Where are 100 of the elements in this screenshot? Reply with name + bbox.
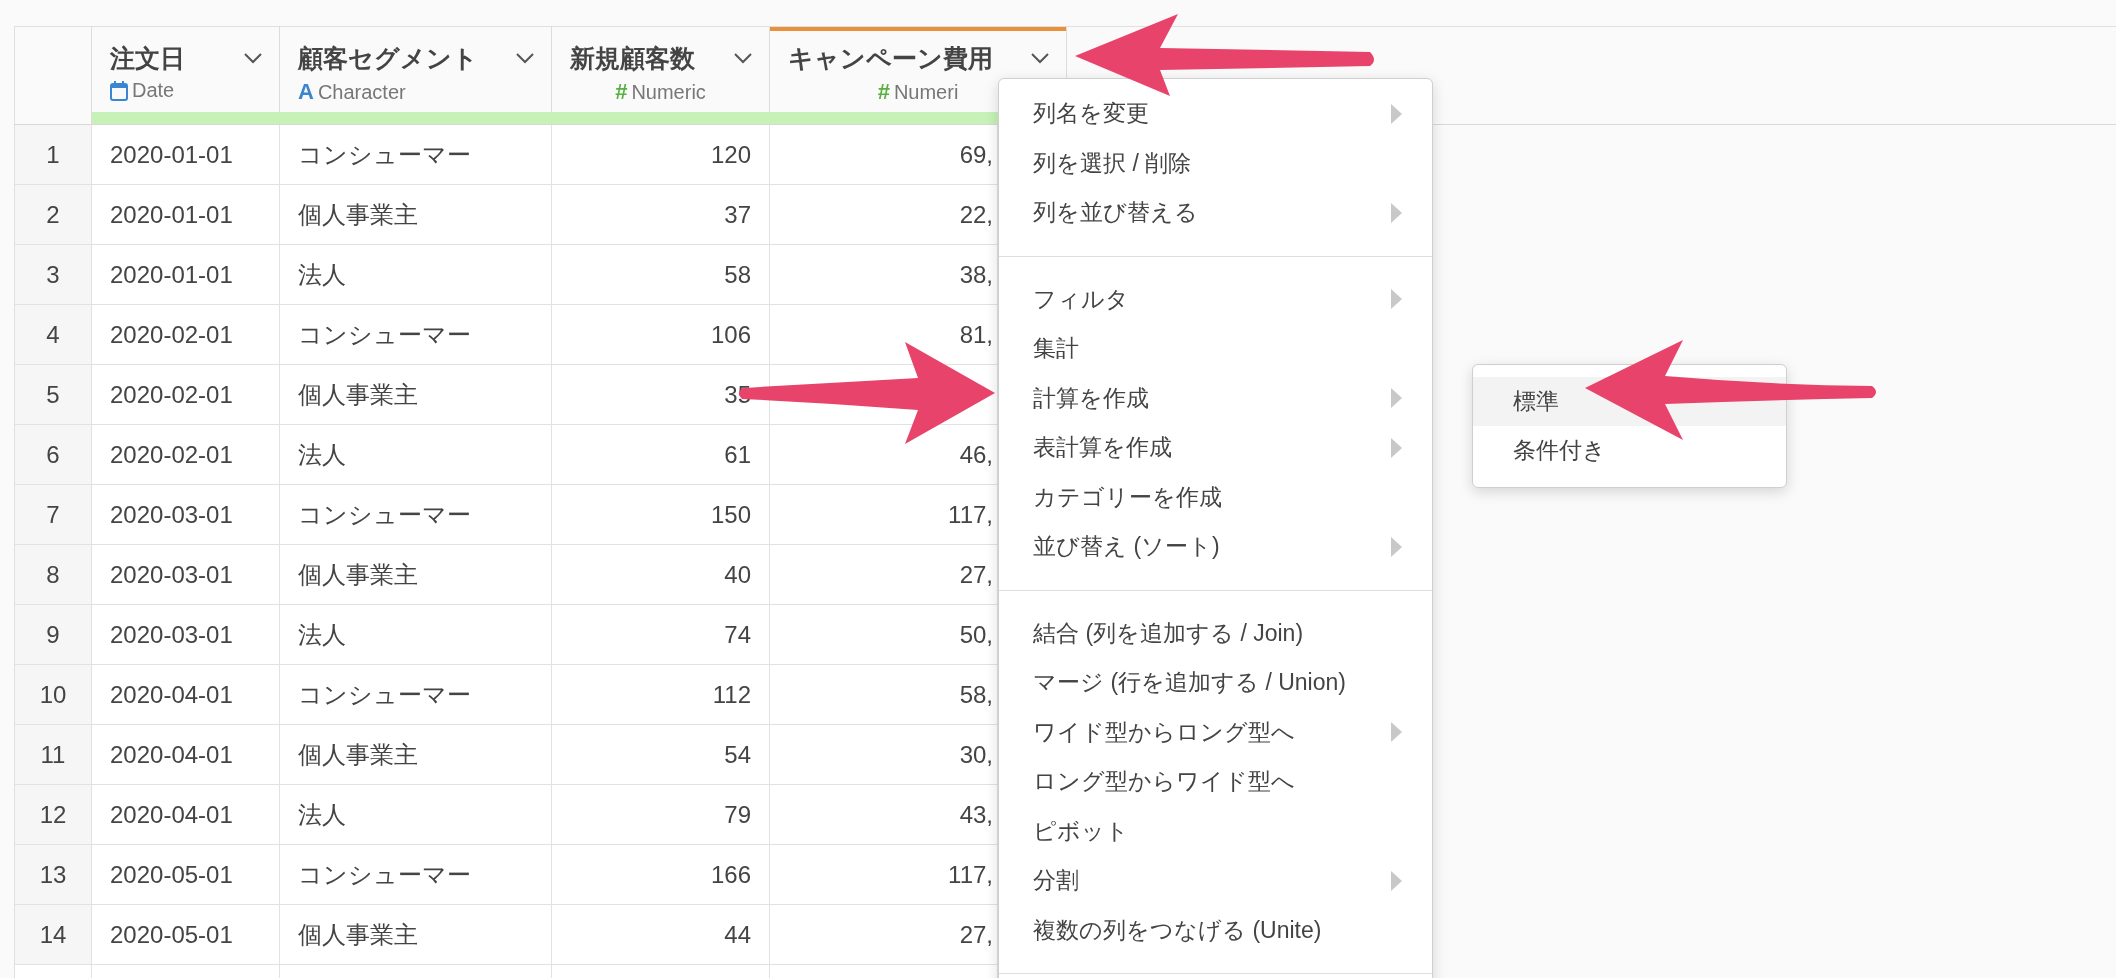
column-type: Numeri — [893, 80, 959, 104]
submenu-arrow-icon — [1391, 536, 1402, 557]
submenu-arrow-icon — [1391, 388, 1402, 409]
table-cell: 27, — [770, 545, 998, 605]
table-cell: 2020-05-01 — [92, 845, 280, 905]
column-header[interactable]: 顧客セグメント — [280, 27, 551, 75]
table-cell: コンシューマー — [280, 305, 552, 365]
table-cell: 43, — [770, 785, 998, 845]
menu-item[interactable]: ピボット — [999, 806, 1432, 856]
table-cell: 2020-05-01 — [92, 905, 280, 965]
table-cell: 個人事業主 — [280, 905, 552, 965]
menu-item[interactable]: 条件付き — [1473, 426, 1786, 475]
menu-item[interactable]: 複数の列をつなげる (Unite) — [999, 905, 1432, 955]
menu-item[interactable]: 列名を変更 — [999, 89, 1432, 139]
row-number: 7 — [15, 485, 92, 545]
column-type: Character — [317, 80, 406, 104]
table-cell: 81, — [770, 305, 998, 365]
menu-item[interactable]: 並び替え (ソート) — [999, 522, 1432, 572]
table-cell: 個人事業主 — [280, 725, 552, 785]
table-cell: 58 — [552, 245, 770, 305]
table-cell: 44 — [552, 905, 770, 965]
table-cell: コンシューマー — [280, 485, 552, 545]
table-cell: 117, — [770, 485, 998, 545]
table-cell: 2020-03-01 — [92, 605, 280, 665]
menu-item[interactable]: ワイド型からロング型へ — [999, 707, 1432, 757]
submenu-arrow-icon — [1391, 202, 1402, 223]
numeric-type-icon: # — [615, 79, 628, 105]
chevron-down-icon[interactable] — [1030, 52, 1050, 64]
table-cell: 2020-04-01 — [92, 725, 280, 785]
menu-item[interactable]: ロング型からワイド型へ — [999, 757, 1432, 807]
row-number: 2 — [15, 185, 92, 245]
table-cell: 79 — [552, 785, 770, 845]
table-cell: コンシューマー — [280, 125, 552, 185]
menu-item[interactable]: 計算を作成 — [999, 373, 1432, 423]
column-type: Numeric — [631, 80, 706, 104]
column-header[interactable]: キャンペーン費用 — [770, 27, 1066, 75]
table-cell: 166 — [552, 845, 770, 905]
table-cell: 個人事業主 — [280, 365, 552, 425]
table-cell: 40 — [552, 545, 770, 605]
menu-item[interactable]: 列を選択 / 削除 — [999, 138, 1432, 188]
submenu-arrow-icon — [1391, 289, 1402, 310]
table-cell: 法人 — [280, 785, 552, 845]
table-cell: 37 — [552, 185, 770, 245]
menu-item[interactable]: カテゴリーを作成 — [999, 472, 1432, 522]
table-cell: 2020-01-01 — [92, 185, 280, 245]
row-number: 10 — [15, 665, 92, 725]
submenu-arrow-icon — [1391, 103, 1402, 124]
table-cell: 112 — [552, 665, 770, 725]
row-number: 6 — [15, 425, 92, 485]
submenu-arrow-icon — [1391, 722, 1402, 743]
table-cell: 2020-03-01 — [92, 485, 280, 545]
submenu-arrow-icon — [1391, 870, 1402, 891]
row-number: 11 — [15, 725, 92, 785]
row-number: 12 — [15, 785, 92, 845]
table-cell: 法人 — [280, 605, 552, 665]
row-number: 4 — [15, 305, 92, 365]
row-number: 1 — [15, 125, 92, 185]
menu-item[interactable]: フィルタ — [999, 274, 1432, 324]
table-cell: 2020-04-01 — [92, 665, 280, 725]
menu-item[interactable]: 表計算を作成 — [999, 423, 1432, 473]
menu-item[interactable]: 分割 — [999, 856, 1432, 906]
table-cell: 69, — [770, 125, 998, 185]
table-cell: 106 — [552, 305, 770, 365]
menu-item[interactable]: マージ (行を追加する / Union) — [999, 658, 1432, 708]
table-cell: コンシューマー — [280, 845, 552, 905]
row-number: 9 — [15, 605, 92, 665]
column-header[interactable]: 新規顧客数 — [552, 27, 769, 75]
calendar-icon — [110, 80, 128, 101]
character-type-icon: A — [298, 79, 314, 105]
row-number: 8 — [15, 545, 92, 605]
table-cell: 2020-04-01 — [92, 785, 280, 845]
column-header[interactable]: 注文日 — [92, 27, 279, 75]
table-cell: 個人事業主 — [280, 185, 552, 245]
table-cell: 117, — [770, 845, 998, 905]
menu-item[interactable]: 集計 — [999, 324, 1432, 374]
table-cell: 2020-02-01 — [92, 425, 280, 485]
row-number: 3 — [15, 245, 92, 305]
numeric-type-icon: # — [877, 79, 890, 105]
table-cell: 120 — [552, 125, 770, 185]
table-cell: 61 — [552, 425, 770, 485]
table-cell: 2020-01-01 — [92, 245, 280, 305]
table-cell: 74 — [552, 605, 770, 665]
table-cell: 58, — [770, 665, 998, 725]
table-cell: 54 — [552, 725, 770, 785]
table-cell: 法人 — [280, 425, 552, 485]
table-cell: 27, — [770, 905, 998, 965]
table-cell: 22, — [770, 185, 998, 245]
table-cell: 150 — [552, 485, 770, 545]
chevron-down-icon[interactable] — [243, 52, 263, 64]
table-cell: 2020-03-01 — [92, 545, 280, 605]
table-cell: 50, — [770, 605, 998, 665]
submenu-arrow-icon — [1391, 437, 1402, 458]
table-cell: 46, — [770, 425, 998, 485]
row-number: 13 — [15, 845, 92, 905]
chevron-down-icon[interactable] — [733, 52, 753, 64]
menu-item[interactable]: 結合 (列を追加する / Join) — [999, 608, 1432, 658]
table-cell: 2020-02-01 — [92, 305, 280, 365]
menu-item[interactable]: 列を並び替える — [999, 188, 1432, 238]
table-cell: 個人事業主 — [280, 545, 552, 605]
chevron-down-icon[interactable] — [515, 52, 535, 64]
